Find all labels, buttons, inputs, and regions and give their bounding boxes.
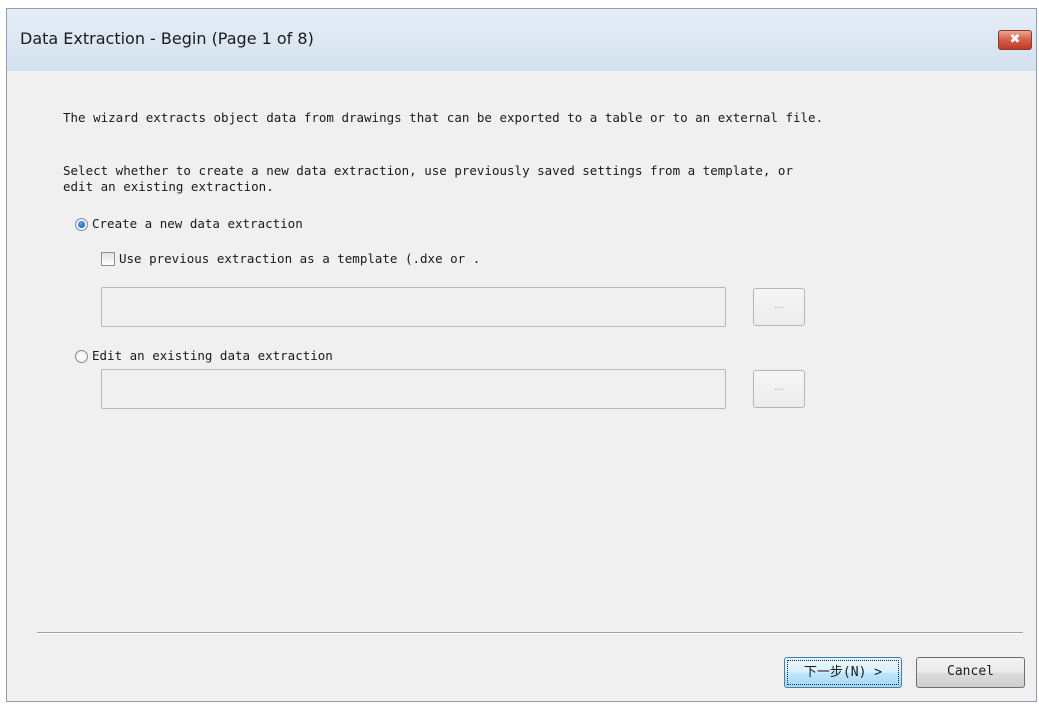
existing-extraction-path-field[interactable] (101, 369, 726, 409)
template-path-field[interactable] (101, 287, 726, 327)
separator (37, 632, 1023, 634)
data-extraction-dialog: Data Extraction - Begin (Page 1 of 8) ✖ … (6, 8, 1037, 702)
intro-text: The wizard extracts object data from dra… (63, 110, 824, 125)
cancel-button[interactable]: Cancel (916, 657, 1025, 688)
instruction-text-line1: Select whether to create a new data extr… (63, 163, 793, 178)
create-new-radio[interactable] (75, 218, 88, 231)
next-button[interactable]: 下一步(N) > (784, 657, 902, 688)
close-icon: ✖ (1009, 32, 1021, 47)
dialog-title: Data Extraction - Begin (Page 1 of 8) (20, 29, 314, 48)
next-button-label: 下一步(N) > (787, 660, 899, 685)
create-new-label[interactable]: Create a new data extraction (92, 216, 303, 231)
template-browse-button[interactable]: ... (753, 288, 805, 326)
edit-existing-radio[interactable] (75, 350, 88, 363)
existing-browse-button[interactable]: ... (753, 370, 805, 408)
dialog-body: The wizard extracts object data from dra… (12, 71, 1034, 696)
use-template-label[interactable]: Use previous extraction as a template (.… (119, 251, 480, 266)
edit-existing-label[interactable]: Edit an existing data extraction (92, 348, 333, 363)
close-button[interactable]: ✖ (998, 30, 1032, 50)
instruction-text-line2: edit an existing extraction. (63, 179, 274, 194)
use-template-checkbox[interactable] (101, 252, 115, 266)
title-bar[interactable]: Data Extraction - Begin (Page 1 of 8) ✖ (7, 9, 1036, 71)
